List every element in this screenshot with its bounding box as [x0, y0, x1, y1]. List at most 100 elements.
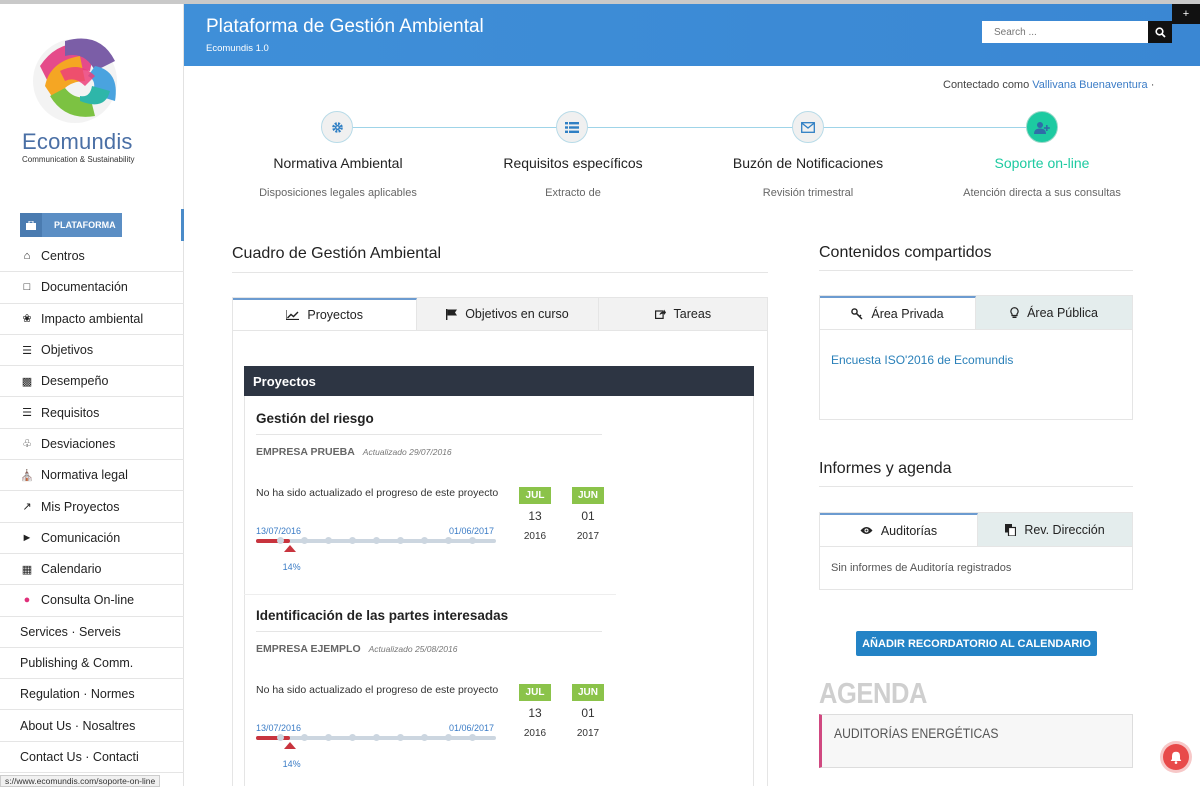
- brand-name: Ecomundis: [22, 129, 133, 154]
- tab-label: Área Pública: [1027, 305, 1098, 320]
- step-buzon-circle[interactable]: [792, 111, 824, 143]
- main-tabs: Proyectos Objetivos en curso Tareas: [232, 297, 768, 330]
- project-name[interactable]: Gestión del riesgo: [256, 411, 374, 426]
- project-divider: [256, 434, 602, 435]
- sidebar-item-services-serveis[interactable]: Services · Serveis: [0, 617, 184, 648]
- project-progress-label: 14%: [282, 759, 301, 769]
- sidebar-item-desviaciones[interactable]: ♧ Desviaciones: [0, 429, 184, 461]
- tab-proyectos[interactable]: Proyectos: [233, 298, 418, 330]
- flag-icon: [446, 308, 458, 320]
- sidebar-item-comunicaci-n[interactable]: ► Comunicación: [0, 523, 184, 554]
- agenda-item-label: AUDITORÍAS ENERGÉTICAS: [834, 726, 999, 741]
- tab-label: Auditorías: [880, 523, 938, 538]
- bar-chart-icon: ▩: [21, 375, 33, 388]
- gear-icon: [331, 121, 343, 133]
- page-title: Plataforma de Gestión Ambiental: [206, 16, 484, 37]
- calendar-year: 2017: [576, 531, 600, 542]
- project-company: EMPRESA PRUEBA Actualizado 29/07/2016: [256, 446, 452, 458]
- project-divider: [256, 631, 602, 632]
- tab-area-privada[interactable]: Área Privada: [820, 296, 976, 329]
- sidebar: Ecomundis Communication & Sustainability…: [0, 4, 184, 786]
- step-requisitos-circle[interactable]: [556, 111, 588, 143]
- sidebar-item-desempe-o[interactable]: ▩ Desempeño: [0, 366, 184, 398]
- progress-step-dot: [276, 734, 284, 741]
- shared-section-title: Contenidos compartidos: [819, 244, 992, 261]
- project-end-calendar: JUN 01 2017: [572, 487, 604, 542]
- lightbulb-icon: [1010, 306, 1019, 318]
- progress-step-dot: [348, 537, 356, 544]
- calendar-year: 2017: [576, 728, 600, 739]
- search-icon: [1154, 26, 1166, 38]
- sidebar-item-about-us-nosaltres[interactable]: About Us · Nosaltres: [0, 710, 184, 742]
- sidebar-item-documentaci-n[interactable]: □ Documentación: [0, 272, 184, 304]
- step-title-soporte[interactable]: Soporte on-line: [932, 155, 1152, 171]
- steps-connector: [338, 127, 1042, 128]
- project-start-calendar: JUL 13 2016: [519, 684, 551, 739]
- project-progress-label: 14%: [282, 562, 301, 572]
- sidebar-item-mis-proyectos[interactable]: ↗ Mis Proyectos: [0, 491, 184, 523]
- step-normativa-circle[interactable]: [321, 111, 353, 143]
- project-start-calendar: JUL 13 2016: [519, 487, 551, 542]
- shared-tabs: Área Privada Área Pública: [819, 295, 1133, 329]
- home-icon: ⌂: [23, 250, 31, 263]
- project-progress-marker[interactable]: [283, 545, 296, 552]
- project-updated: Actualizado 25/08/2016: [368, 644, 458, 654]
- project-end-calendar: JUN 01 2017: [572, 684, 604, 739]
- sidebar-item-contact-us-contacti[interactable]: Contact Us · Contacti: [0, 742, 184, 774]
- tab-tareas[interactable]: Tareas: [599, 298, 767, 330]
- sidebar-item-impacto-ambiental[interactable]: ❀ Impacto ambiental: [0, 304, 184, 335]
- project-start-date: 13/07/2016: [256, 526, 302, 536]
- sidebar-item-label: Services · Serveis: [20, 624, 121, 639]
- step-desc-buzon: Revisión trimestral: [762, 187, 854, 199]
- progress-step-dot: [396, 537, 404, 544]
- sidebar-item-label: Impacto ambiental: [41, 311, 144, 326]
- sidebar-item-regulation-normes[interactable]: Regulation · Normes: [0, 679, 184, 711]
- shared-document-link[interactable]: Encuesta ISO'2016 de Ecomundis: [831, 353, 1013, 367]
- calendar-month: JUL: [519, 487, 551, 504]
- tab-area-publica[interactable]: Área Pública: [976, 296, 1132, 329]
- progress-step-dot: [300, 537, 308, 544]
- expand-corner-button[interactable]: +: [1172, 4, 1200, 24]
- sidebar-item-normativa-legal[interactable]: ⛪ Normativa legal: [0, 460, 184, 492]
- calendar-day: 13: [528, 706, 542, 720]
- sidebar-item-requisitos[interactable]: ☰ Requisitos: [0, 397, 184, 429]
- reports-tabs: Auditorías Rev. Dirección: [819, 512, 1133, 546]
- reports-empty-text: Sin informes de Auditoría registrados: [831, 562, 1012, 574]
- platform-button[interactable]: PLATAFORMA: [20, 213, 122, 237]
- step-soporte-circle[interactable]: [1026, 111, 1058, 143]
- sidebar-item-consulta-on-line[interactable]: ● Consulta On-line: [0, 585, 184, 617]
- progress-step-dot: [324, 734, 332, 741]
- list-icon: [565, 121, 579, 133]
- progress-step-dot: [300, 734, 308, 741]
- tab-rev-direccion[interactable]: Rev. Dirección: [977, 513, 1132, 546]
- project-name[interactable]: Identificación de las partes interesadas: [256, 608, 508, 623]
- calendar-year: 2016: [523, 531, 547, 542]
- sidebar-item-publishing-comm[interactable]: Publishing & Comm.: [0, 648, 184, 680]
- tab-auditorias[interactable]: Auditorías: [820, 513, 978, 546]
- sidebar-item-objetivos[interactable]: ☰ Objetivos: [0, 335, 184, 367]
- tab-objetivos[interactable]: Objetivos en curso: [417, 298, 599, 330]
- agenda-item[interactable]: AUDITORÍAS ENERGÉTICAS: [819, 714, 1133, 768]
- connected-user-link[interactable]: Vallivana Buenaventura: [1032, 79, 1147, 91]
- search-input[interactable]: [982, 21, 1150, 43]
- project-company: EMPRESA EJEMPLO Actualizado 25/08/2016: [256, 643, 458, 655]
- project-progress-marker[interactable]: [283, 742, 296, 749]
- sidebar-item-label: Publishing & Comm.: [20, 656, 134, 670]
- sidebar-item-calendario[interactable]: ▦ Calendario: [0, 554, 184, 586]
- project-progress-fill: [256, 736, 290, 740]
- sidebar-item-centros[interactable]: ⌂ Centros: [0, 241, 184, 273]
- notification-bell-button[interactable]: [1163, 744, 1189, 770]
- bell-icon: ♧: [22, 438, 32, 451]
- step-title-requisitos[interactable]: Requisitos específicos: [463, 155, 683, 171]
- step-title-normativa[interactable]: Normativa Ambiental: [228, 155, 448, 171]
- step-title-buzon[interactable]: Buzón de Notificaciones: [698, 155, 918, 171]
- add-reminder-button[interactable]: AÑADIR RECORDATORIO AL CALENDARIO: [856, 631, 1097, 656]
- project-end-date: 01/06/2017: [449, 526, 495, 536]
- search-button[interactable]: [1148, 21, 1172, 43]
- line-chart-icon: [286, 310, 300, 320]
- sidebar-item-label: Desviaciones: [41, 436, 116, 451]
- line-chart-icon: ↗: [22, 501, 32, 514]
- plus-icon: +: [1182, 8, 1190, 20]
- step-desc-soporte: Atención directa a sus consultas: [963, 187, 1121, 199]
- project-company-name: EMPRESA EJEMPLO: [256, 643, 361, 655]
